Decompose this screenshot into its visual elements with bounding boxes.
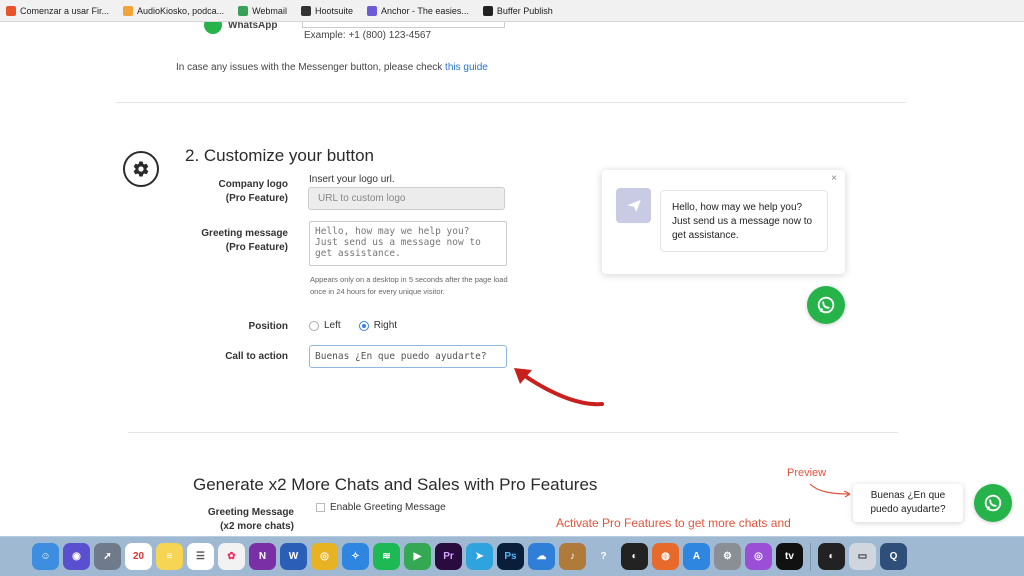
messenger-issue-note: In case any issues with the Messenger bu…: [176, 62, 488, 73]
dock-premiere-icon[interactable]: Pr: [435, 543, 462, 570]
bookmark-item[interactable]: Comenzar a usar Fir...: [6, 5, 110, 16]
call-to-action-input[interactable]: Buenas ¿En que puedo ayudarte?: [309, 345, 507, 368]
macos-dock: ☺ ◉ ➚ 20 ≡ ☰ ✿ N W ◎ ✧ ≋ ▶ Pr ➤ Ps ☁ ♪? ◐ ◍ A ⚙ ◎ tv ◐ ▭ Q: [0, 536, 1024, 576]
enable-greeting-label: Enable Greeting Message: [330, 502, 446, 513]
enable-greeting-checkbox[interactable]: [316, 503, 325, 512]
company-logo-pro: (Pro Feature): [225, 193, 288, 204]
greeting-preview-popup: × Hello, how may we help you? Just send …: [602, 170, 845, 274]
bookmark-favicon-icon: [123, 5, 134, 16]
bookmark-item[interactable]: Anchor - The easies...: [366, 5, 469, 16]
position-label: Position: [248, 321, 288, 332]
dock-separator: [810, 542, 811, 571]
bookmark-label: Anchor - The easies...: [380, 5, 469, 16]
logo-url-input[interactable]: URL to custom logo: [308, 187, 505, 210]
position-left-label: Left: [324, 320, 341, 331]
dock-notes-icon[interactable]: ≡: [156, 543, 183, 570]
section-title: 2. Customize your button: [185, 146, 374, 165]
preview-arrow-icon: [809, 483, 851, 498]
dock-telegram-icon[interactable]: ➤: [466, 543, 493, 570]
bookmark-label: AudioKiosko, podca...: [137, 5, 225, 16]
dock-onenote-icon[interactable]: N: [249, 543, 276, 570]
dock-appletv-icon[interactable]: tv: [776, 543, 803, 570]
divider: [128, 432, 898, 433]
dock-obs-2-icon[interactable]: ◐: [818, 543, 845, 570]
whatsapp-row: WhatsApp: [204, 22, 277, 34]
bookmark-label: Hootsuite: [314, 5, 353, 16]
position-left-radio[interactable]: [309, 320, 319, 331]
whatsapp-label: WhatsApp: [228, 22, 278, 31]
bookmarks-bar: Comenzar a usar Fir... AudioKiosko, podca…: [0, 0, 1024, 22]
dock-appstore-icon[interactable]: A: [683, 543, 710, 570]
dock-firefox-icon[interactable]: ◍: [652, 543, 679, 570]
phone-number-input[interactable]: [302, 22, 505, 28]
dock-spotify-icon[interactable]: ≋: [373, 543, 400, 570]
activate-pro-text: Activate Pro Features to get more chats …: [556, 516, 791, 530]
dock-finder-icon[interactable]: ☺: [32, 543, 59, 570]
page-content: WhatsApp Example: +1 (800) 123-4567 In c…: [0, 22, 1024, 536]
greeting-message-textarea[interactable]: Hello, how may we help you? Just send us…: [309, 221, 507, 266]
whatsapp-icon: [204, 22, 222, 34]
enable-greeting-row: Enable Greeting Message: [316, 502, 446, 513]
bookmark-favicon-icon: [366, 5, 377, 16]
position-radio-group: Left Right: [309, 320, 397, 331]
dock-siri-icon[interactable]: ◉: [63, 543, 90, 570]
call-to-action-label: Call to action: [225, 351, 288, 362]
greeting-message-pro-label: Greeting Message (x2 more chats): [150, 506, 294, 534]
position-right-label: Right: [373, 320, 398, 331]
logo-hint: Insert your logo url.: [309, 174, 395, 185]
dock-photos-icon[interactable]: ✿: [218, 543, 245, 570]
bookmark-label: Comenzar a usar Fir...: [20, 5, 110, 16]
bookmark-favicon-icon: [238, 5, 249, 16]
dock-safari-icon[interactable]: ✧: [342, 543, 369, 570]
preview-label: Preview: [787, 467, 827, 479]
bookmark-favicon-icon: [300, 5, 311, 16]
dock-chrome-icon[interactable]: ◎: [311, 543, 338, 570]
greeting-message-label: Greeting message (Pro Feature): [148, 227, 288, 255]
bookmark-item[interactable]: Webmail: [238, 5, 287, 16]
close-icon[interactable]: ×: [831, 173, 837, 184]
dock-photoshop-icon[interactable]: Ps: [497, 543, 524, 570]
bookmark-label: Webmail: [252, 5, 287, 16]
cta-preview-bubble: Buenas ¿En que puedo ayudarte?: [853, 484, 963, 522]
issue-text: In case any issues with the Messenger bu…: [176, 62, 446, 73]
red-arrow-annotation: [514, 368, 604, 407]
whatsapp-preview-icon[interactable]: [974, 484, 1012, 522]
bookmark-favicon-icon: [482, 5, 493, 16]
greeting-label-text: Greeting message: [201, 228, 288, 239]
dock-screenshot-icon[interactable]: ▭: [849, 543, 876, 570]
greeting-preview-bubble: Hello, how may we help you? Just send us…: [660, 190, 828, 252]
dock-reminders-icon[interactable]: ☰: [187, 543, 214, 570]
bookmark-favicon-icon: [6, 5, 16, 16]
guide-link[interactable]: this guide: [445, 62, 488, 73]
bookmark-item[interactable]: Hootsuite: [300, 5, 353, 16]
company-logo-placeholder-icon: [616, 188, 651, 223]
bookmark-label: Buffer Publish: [496, 5, 553, 16]
company-logo-label: Company logo (Pro Feature): [148, 178, 288, 206]
dock-calendar-icon[interactable]: 20: [125, 543, 152, 570]
dock-podcasts-icon[interactable]: ◎: [745, 543, 772, 570]
position-right-radio[interactable]: [358, 320, 369, 331]
dock-obs-icon[interactable]: ◐: [621, 543, 648, 570]
bookmark-item[interactable]: Buffer Publish: [482, 5, 553, 16]
dock-preferences-icon[interactable]: ⚙: [714, 543, 741, 570]
greeting-message-pro-sub: (x2 more chats): [220, 521, 294, 532]
dock-launchpad-icon[interactable]: ➚: [94, 543, 121, 570]
whatsapp-button-icon[interactable]: [807, 286, 845, 324]
company-logo-label-text: Company logo: [218, 179, 288, 190]
greeting-note: Appears only on a desktop in 5 seconds a…: [310, 275, 508, 296]
dock-help-icon[interactable]: ?: [590, 543, 617, 570]
bookmark-item[interactable]: AudioKiosko, podca...: [123, 5, 225, 16]
dock-word-icon[interactable]: W: [280, 543, 307, 570]
dock-quicktime-icon[interactable]: Q: [880, 543, 907, 570]
divider: [116, 102, 906, 103]
dock-garageband-icon[interactable]: ♪: [559, 543, 586, 570]
phone-example: Example: +1 (800) 123-4567: [304, 30, 432, 41]
dock-onedrive-icon[interactable]: ☁: [528, 543, 555, 570]
dock-facetime-icon[interactable]: ▶: [404, 543, 431, 570]
greeting-pro: (Pro Feature): [225, 242, 288, 253]
greeting-message-pro-text: Greeting Message: [207, 507, 294, 518]
pro-features-title: Generate x2 More Chats and Sales with Pr…: [193, 475, 598, 494]
